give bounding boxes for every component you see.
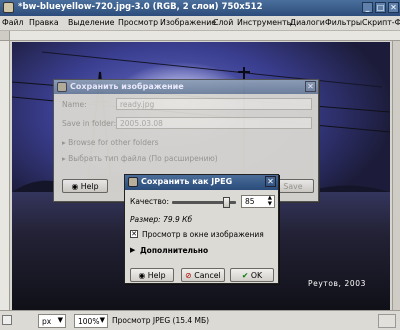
image-watermark: Реутов, 2003 (307, 279, 366, 288)
menu-item-layer[interactable]: Слой (213, 18, 233, 27)
ok-button[interactable]: ✔ OK (230, 268, 274, 282)
zoom-value: 100% (78, 317, 100, 326)
folder-label: Save in folder: (62, 119, 117, 128)
folder-value: 2005.03.08 (120, 119, 163, 128)
preview-checkbox[interactable]: ✕ (130, 230, 138, 238)
window-titlebar: *bw-blueyellow-720.jpg-3.0 (RGB, 2 слои)… (0, 0, 400, 16)
menu-item-filters[interactable]: Фильтры (325, 18, 362, 27)
chevron-down-icon: ▼ (57, 316, 63, 324)
cancel-button[interactable]: ⊘ Cancel (181, 268, 225, 282)
advanced-label: Дополнительно (140, 246, 209, 255)
name-value: ready.jpg (120, 100, 155, 109)
quality-spinbutton[interactable]: 85 ▲ ▼ (241, 195, 275, 208)
name-label: Name: (62, 100, 87, 109)
ok-icon: ✔ (241, 271, 249, 280)
preview-label: Просмотр в окне изображения (142, 230, 264, 239)
close-icon[interactable]: ✕ (388, 2, 399, 13)
unit-select[interactable]: px ▼ (38, 314, 66, 328)
expander-arrow-icon: ▶ (130, 246, 136, 254)
window-title: *bw-blueyellow-720.jpg-3.0 (RGB, 2 слои)… (18, 2, 263, 12)
status-bar: px ▼ 100% ▼ Просмотр JPEG (15.4 МБ) (0, 310, 400, 330)
save-dialog-titlebar: Сохранить изображение ✕ (54, 80, 318, 94)
app-icon[interactable] (3, 2, 14, 13)
unit-value: px (42, 317, 52, 326)
close-icon[interactable]: ✕ (265, 176, 276, 187)
quick-mask-corner[interactable] (0, 31, 10, 41)
minimize-icon[interactable]: _ (362, 2, 373, 13)
menu-item-file[interactable]: Файл (2, 18, 24, 27)
jpeg-dialog-title: Сохранить как JPEG (141, 177, 233, 186)
menu-item-dialogs[interactable]: Диалоги (290, 18, 325, 27)
browse-label: Browse for other folders (68, 138, 159, 147)
save-dialog-title: Сохранить изображение (70, 82, 184, 91)
menu-item-view[interactable]: Просмотр (118, 18, 158, 27)
quality-label: Качество: (130, 197, 169, 206)
jpeg-help-label: Help (147, 271, 166, 280)
jpeg-dialog-titlebar: Сохранить как JPEG ✕ (125, 175, 278, 190)
name-field[interactable]: ready.jpg (116, 98, 312, 110)
vertical-scrollbar[interactable] (392, 41, 400, 310)
ok-label: OK (250, 271, 263, 280)
save-label: Save (283, 182, 303, 191)
vertical-ruler[interactable] (0, 31, 10, 310)
menu-item-select[interactable]: Выделение (68, 18, 114, 27)
menu-bar: Файл Правка Выделение Просмотр Изображен… (0, 16, 400, 31)
horizontal-ruler[interactable] (10, 31, 400, 41)
maximize-icon[interactable]: □ (375, 2, 386, 13)
save-dialog-help-label: Help (80, 182, 99, 191)
spin-arrows-icon[interactable]: ▲ ▼ (268, 195, 272, 207)
cancel-icon: ⊘ (185, 271, 192, 280)
zoom-select[interactable]: 100% ▼ (74, 314, 108, 328)
save-dialog-help-button[interactable]: ◉ Help (62, 179, 108, 193)
menu-item-edit[interactable]: Правка (29, 18, 59, 27)
quality-slider-handle[interactable] (223, 197, 231, 208)
menu-item-script-fu[interactable]: Скрипт-Ф (362, 18, 400, 27)
dialog-app-icon (128, 177, 138, 187)
file-type-label: Выбрать тип файла (По расширению) (68, 154, 218, 163)
file-type-expander[interactable]: ▸ Выбрать тип файла (По расширению) (62, 154, 218, 163)
check-icon: ✕ (131, 230, 137, 238)
quality-value: 85 (245, 197, 255, 206)
help-icon: ◉ (71, 182, 79, 191)
navigate-icon[interactable] (2, 315, 12, 325)
browse-expander[interactable]: ▸ Browse for other folders (62, 138, 159, 147)
jpeg-help-button[interactable]: ◉ Help (130, 268, 174, 282)
menu-item-image[interactable]: Изображение (160, 18, 216, 27)
file-size-text: Размер: 79.9 Кб (130, 215, 193, 224)
cancel-label: Cancel (194, 271, 221, 280)
folder-select[interactable]: 2005.03.08 (116, 117, 312, 129)
chevron-down-icon: ▼ (99, 316, 105, 324)
close-icon[interactable]: ✕ (305, 81, 316, 92)
help-icon: ◉ (138, 271, 146, 280)
save-jpeg-dialog: Сохранить как JPEG ✕ Качество: 85 ▲ ▼ Раз… (124, 174, 279, 284)
menu-item-tools[interactable]: Инструменты (237, 18, 293, 27)
dialog-app-icon (57, 82, 67, 92)
status-text: Просмотр JPEG (15.4 МБ) (112, 316, 210, 325)
resize-grip-icon[interactable] (378, 314, 396, 328)
